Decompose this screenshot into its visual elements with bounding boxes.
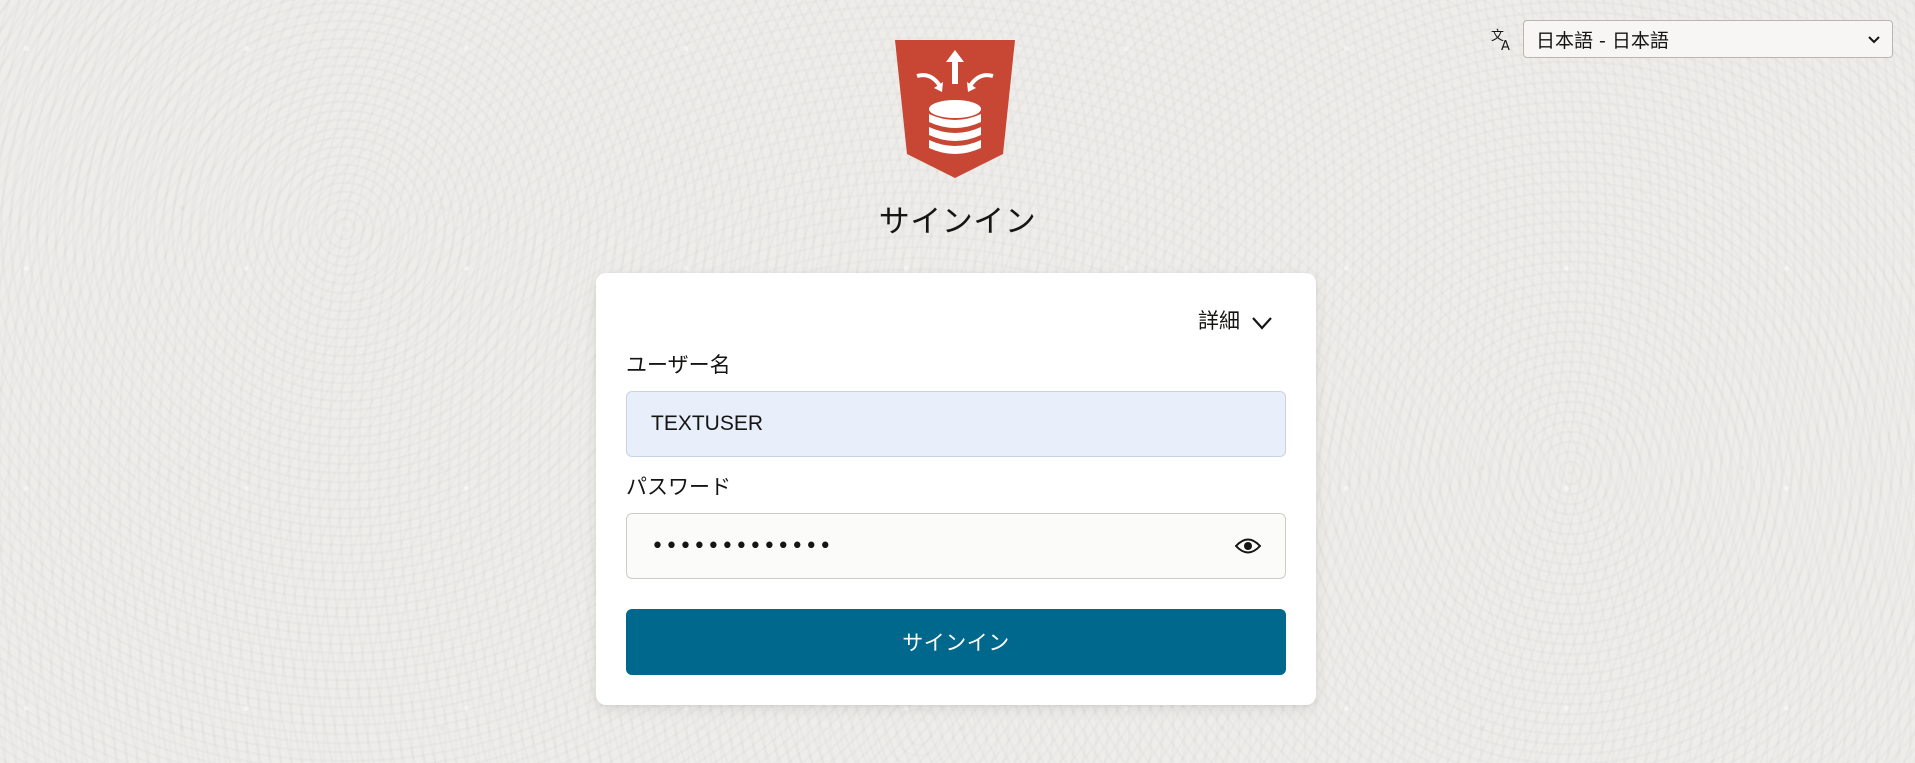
username-label: ユーザー名	[626, 353, 731, 377]
page-title: サインイン	[878, 204, 1037, 240]
sign-in-button[interactable]: サインイン	[626, 609, 1286, 675]
username-value: TEXTUSER	[651, 412, 764, 435]
translate-icon: 文 A	[1489, 26, 1515, 52]
eye-icon[interactable]	[1235, 537, 1261, 555]
svg-text:A: A	[1501, 39, 1510, 52]
password-input[interactable]: •••••••••••••	[626, 513, 1286, 579]
language-select[interactable]: 日本語 - 日本語	[1523, 20, 1893, 58]
language-select-value: 日本語 - 日本語	[1536, 29, 1669, 52]
password-value: •••••••••••••	[651, 533, 833, 559]
chevron-down-icon	[1252, 317, 1272, 330]
language-selector-group: 文 A 日本語 - 日本語	[1489, 20, 1893, 58]
details-label: 詳細	[1198, 309, 1240, 333]
chevron-down-icon	[1868, 36, 1880, 44]
details-toggle[interactable]: 詳細	[1198, 305, 1274, 335]
password-label: パスワード	[626, 475, 731, 499]
username-input[interactable]: TEXTUSER	[626, 391, 1286, 457]
database-logo-icon	[895, 40, 1015, 178]
sign-in-card: 詳細 ユーザー名 TEXTUSER パスワード ••••••••••••• サイ…	[596, 273, 1316, 705]
